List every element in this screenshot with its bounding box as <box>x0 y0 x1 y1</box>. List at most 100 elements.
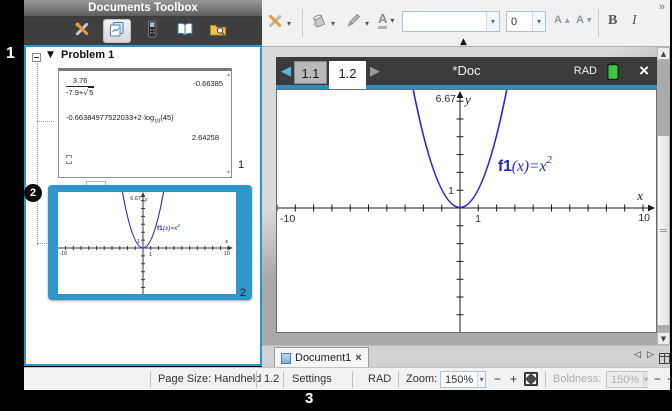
page-1-number: 1 <box>238 159 244 171</box>
font-family-combo[interactable]: ▾ <box>402 11 500 32</box>
status-separator <box>545 371 546 388</box>
combo-arrow-icon: ▾ <box>532 12 545 31</box>
zoom-out-button[interactable]: − <box>494 368 501 390</box>
tree-collapse-arrow-icon[interactable]: ▼ <box>47 50 54 60</box>
angle-mode-indicator: RAD <box>574 57 597 85</box>
combo-arrow-icon: ▾ <box>486 12 499 31</box>
tools-button[interactable] <box>70 20 94 42</box>
svg-text:x: x <box>224 239 228 245</box>
toolbar-overflow-button[interactable]: » <box>659 1 665 13</box>
callout-2-badge: 2 <box>24 184 42 202</box>
page-sorter-pane: ▼ Problem 1 3.76 -7.9+√5 -0.66385 -0.663… <box>24 45 262 366</box>
font-size-combo[interactable]: 0 ▾ <box>506 11 546 32</box>
close-document-icon[interactable]: × <box>639 57 649 85</box>
document-title: *Doc <box>452 57 480 85</box>
svg-text:1: 1 <box>149 252 152 258</box>
result-1: -0.66385 <box>193 79 223 88</box>
battery-icon <box>607 62 619 80</box>
document1-tab[interactable]: Document1 × <box>274 347 369 368</box>
svg-text:-10: -10 <box>59 251 67 257</box>
svg-text:1: 1 <box>137 239 140 245</box>
toolbox-icon-row <box>24 17 262 45</box>
result-2: 2.64258 <box>192 133 219 142</box>
combo-arrow-icon: ▾ <box>477 372 485 387</box>
font-size-value: 0 <box>507 16 532 28</box>
main-graph: 6.67 y 1 -10 1 10 x f1(x)=x2 <box>277 90 656 332</box>
documents-toolbox-panel: Documents Toolbox <box>24 0 262 366</box>
boldness-label: Boldness: <box>553 368 601 390</box>
thumb-scroll-down-icon: ▾ <box>227 170 230 176</box>
fit-page-button[interactable] <box>524 372 538 389</box>
callout-3: 3 <box>305 390 313 407</box>
callout-1: 1 <box>6 45 15 63</box>
page-sorter-button[interactable] <box>103 19 131 43</box>
boldness-decrease-button: − <box>654 368 661 390</box>
bold-button[interactable]: B <box>608 13 617 29</box>
status-separator <box>283 371 284 388</box>
handheld-icon <box>143 20 161 43</box>
next-document-icon[interactable]: ▷ <box>647 350 654 360</box>
fill-color-button[interactable]: ▾ <box>310 12 335 35</box>
svg-text:f1(x)=x2: f1(x)=x2 <box>498 154 552 175</box>
page-back-arrow[interactable]: ◀ <box>281 64 291 80</box>
svg-text:f1(x)=x2: f1(x)=x2 <box>157 223 180 232</box>
document-icon <box>281 353 291 364</box>
decrease-font-button[interactable]: A▼ <box>576 14 592 26</box>
graph-work-area[interactable]: 6.67 y 1 -10 1 10 x f1(x)=x2 <box>276 89 657 333</box>
increase-font-button[interactable]: A▲ <box>554 14 570 26</box>
page-forward-arrow[interactable]: ▶ <box>370 64 380 80</box>
problem-label[interactable]: Problem 1 <box>61 49 114 61</box>
dropdown-arrow-icon: ▾ <box>390 16 394 25</box>
content-explorer-button[interactable] <box>173 20 197 42</box>
svg-text:y: y <box>463 92 471 107</box>
handheld-button[interactable] <box>140 20 164 42</box>
boldness-value: 150% <box>607 374 643 386</box>
line-color-button[interactable]: ▾ <box>344 12 369 35</box>
svg-text:10: 10 <box>224 251 230 257</box>
scrollbar-track[interactable] <box>657 60 670 135</box>
document-tab-label: Document1 <box>295 352 351 364</box>
text-color-button[interactable]: A ▾ <box>378 11 394 29</box>
book-icon <box>176 20 194 43</box>
zoom-in-button[interactable]: + <box>510 368 517 390</box>
log-expression: -0.66384977522033+2·log10(45) <box>66 113 174 125</box>
open-documents-bar: Document1 × ◁ ▷ <box>262 345 670 367</box>
combo-arrow-icon: ▾ <box>643 372 648 387</box>
zoom-combo[interactable]: 150% ▾ <box>440 371 486 388</box>
tree-line <box>37 121 54 122</box>
scrollbar-thumb[interactable] <box>657 135 670 326</box>
boldness-increase-button: + <box>667 368 672 390</box>
page-size-button[interactable]: Page Size: Handheld <box>158 368 261 390</box>
scroll-down-icon[interactable]: ▼ <box>657 332 670 345</box>
zoom-value: 150% <box>441 374 477 386</box>
toolbar-separator <box>598 9 599 37</box>
folder-search-icon <box>209 20 227 43</box>
zoom-label: Zoom: <box>406 368 437 390</box>
dropdown-arrow-icon: ▾ <box>287 19 291 28</box>
mini-graph: 6.67 y 1 -10 1 10 x f1(x)=x2 <box>58 192 236 294</box>
app-window: 1 Documents Toolbox <box>0 0 672 411</box>
tab-page-1-2-active[interactable]: 1.2 <box>329 61 366 89</box>
prev-document-icon[interactable]: ◁ <box>634 350 641 360</box>
thumb-grip <box>660 229 667 232</box>
content-search-button[interactable] <box>206 20 230 42</box>
empty-input-prompt <box>66 155 72 164</box>
svg-text:y: y <box>144 197 148 203</box>
scroll-up-icon[interactable]: ▲ <box>657 47 670 60</box>
vertical-scrollbar[interactable]: ▲ ▼ <box>657 47 670 345</box>
status-separator <box>398 371 399 388</box>
thumb-scroll-up-icon: ▴ <box>227 72 230 78</box>
status-separator <box>256 371 257 388</box>
italic-button[interactable]: I <box>632 13 637 29</box>
tools-menu-button[interactable]: ▾ <box>266 12 291 35</box>
tree-expander[interactable] <box>32 53 41 62</box>
tab-page-1-1[interactable]: 1.1 <box>294 61 327 84</box>
status-bar: Page Size: Handheld 1.2 Settings RAD Zoo… <box>24 367 670 390</box>
collapse-toolbar-button[interactable]: ▲ <box>460 37 467 47</box>
close-tab-icon[interactable]: × <box>355 352 361 364</box>
settings-button[interactable]: Settings <box>292 368 332 390</box>
page-2-thumbnail-selected[interactable]: 6.67 y 1 -10 1 10 x f1(x)=x2 2 <box>48 185 252 300</box>
down-arrow-icon: ▼ <box>587 17 592 24</box>
tools-icon <box>73 20 91 43</box>
page-1-thumbnail[interactable]: 3.76 -7.9+√5 -0.66385 -0.66384977522033+… <box>58 68 232 178</box>
